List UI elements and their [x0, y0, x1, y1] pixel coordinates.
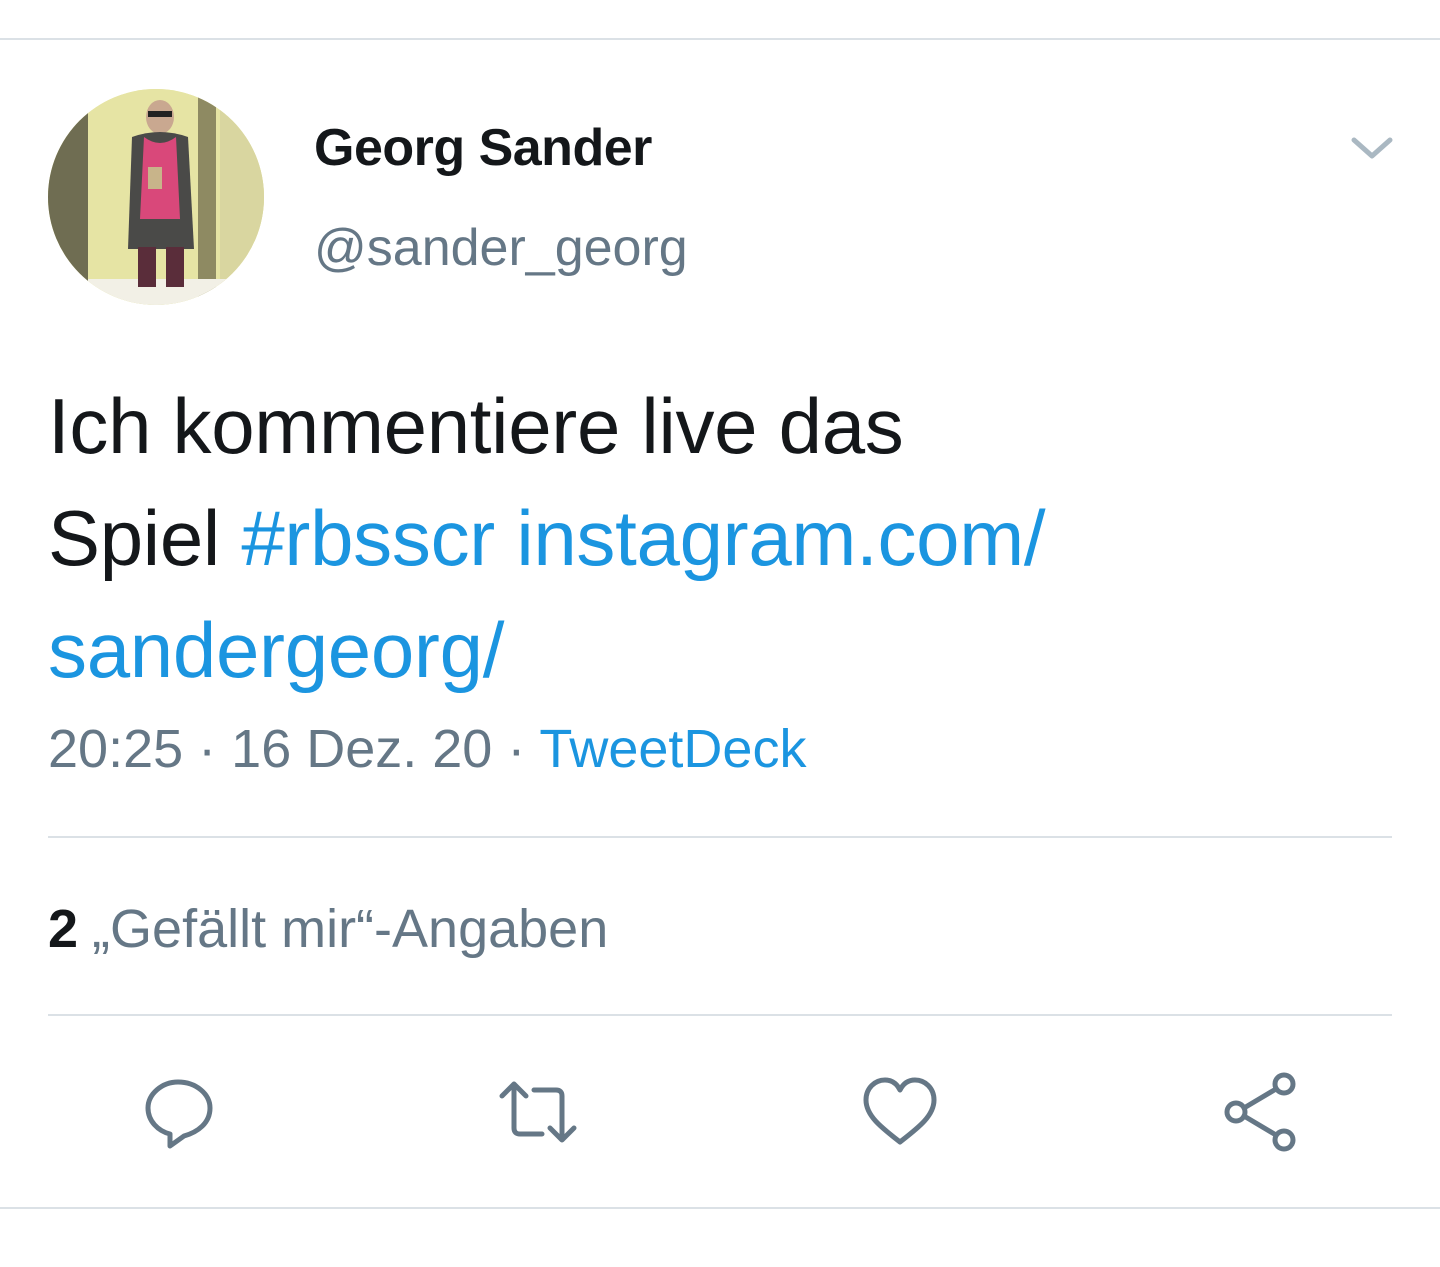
likes-count: 2 — [48, 899, 79, 959]
chevron-down-icon[interactable] — [1344, 126, 1400, 170]
tweet-text: Ich kommentiere live das Spiel #rbsscr i… — [48, 370, 1388, 706]
retweet-icon — [499, 1081, 577, 1143]
likes-label: „Gefällt mir“-Angaben — [92, 899, 609, 959]
reply-bubble-icon — [145, 1079, 213, 1149]
tweet-date: 16 Dez. 20 — [231, 719, 493, 779]
tweet-text-word: Spiel — [48, 494, 220, 582]
instagram-url-link-part2[interactable]: sandergeorg/ — [48, 606, 504, 694]
stats-divider — [48, 836, 1392, 838]
bottom-divider — [0, 1207, 1440, 1209]
hashtag-link[interactable]: #rbsscr — [241, 494, 495, 582]
avatar-photo-icon — [48, 89, 264, 305]
like-button[interactable] — [858, 1070, 942, 1154]
author-handle[interactable]: @sander_georg — [314, 218, 688, 278]
heart-icon — [863, 1077, 937, 1145]
meta-separator: · — [198, 719, 217, 779]
share-button[interactable] — [1218, 1070, 1302, 1154]
author-avatar[interactable] — [48, 89, 264, 305]
retweet-button[interactable] — [496, 1070, 580, 1154]
reply-button[interactable] — [138, 1070, 222, 1154]
tweet-meta: 20:25 · 16 Dez. 20 · TweetDeck — [48, 718, 806, 780]
meta-separator: · — [507, 719, 526, 779]
tweet-time: 20:25 — [48, 719, 184, 779]
tweet-source-link[interactable]: TweetDeck — [539, 719, 806, 779]
instagram-url-link-part1[interactable]: instagram.com/ — [516, 494, 1045, 582]
top-divider — [0, 38, 1440, 40]
share-icon — [1224, 1072, 1296, 1152]
tweet-text-line1: Ich kommentiere live das — [48, 382, 904, 470]
author-display-name[interactable]: Georg Sander — [314, 118, 652, 178]
likes-count-row[interactable]: 2 „Gefällt mir“-Angaben — [48, 898, 608, 960]
stats-divider — [48, 1014, 1392, 1016]
